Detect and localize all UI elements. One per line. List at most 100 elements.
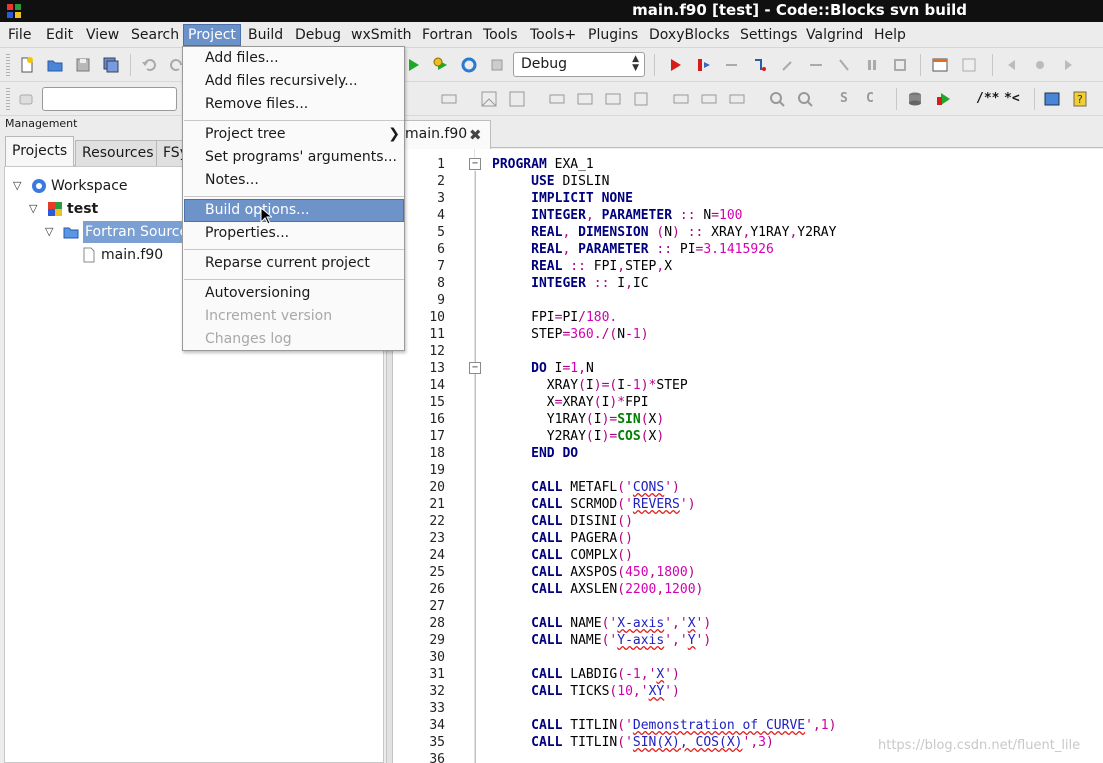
code-line[interactable]: CALL AXSPOS(450,1800) — [492, 564, 695, 581]
pause-icon[interactable] — [863, 56, 881, 74]
run-to-cursor-icon[interactable] — [695, 56, 713, 74]
comment-block-button[interactable]: /** — [976, 91, 999, 106]
code-editor[interactable]: 1 2 3 4 5 6 7 8 9 10 11 12 13 14 15 16 17 18 19 20 21 22 23 24 2… — [393, 149, 1103, 763]
menu-item-add-files[interactable]: Add files... — [184, 47, 404, 70]
menu-item-build-options[interactable]: Build options... — [184, 199, 404, 222]
zoom-out-icon[interactable] — [796, 90, 814, 108]
fold-minus-icon[interactable]: − — [469, 158, 481, 170]
layout-icon-6[interactable] — [700, 90, 718, 108]
build-run-icon[interactable] — [404, 56, 422, 74]
code-line[interactable]: CALL METAFL('CONS') — [492, 479, 680, 496]
s-format-icon[interactable]: S — [840, 91, 848, 106]
menu-item-reparse[interactable]: Reparse current project — [184, 252, 404, 275]
code-line[interactable]: CALL AXSLEN(2200,1200) — [492, 581, 703, 598]
code-line[interactable]: Y2RAY(I)=COS(X) — [492, 428, 664, 445]
fold-minus-icon[interactable]: − — [469, 362, 481, 374]
code-line[interactable]: CALL TICKS(10,'XY') — [492, 683, 680, 700]
abort-icon[interactable] — [488, 56, 506, 74]
code-line[interactable]: CALL SCRMOD('REVERS') — [492, 496, 695, 513]
menu-plugins[interactable]: Plugins — [584, 24, 642, 46]
code-line[interactable]: X=XRAY(I)*FPI — [492, 394, 649, 411]
code-line[interactable]: STEP=360./(N-1) — [492, 326, 648, 343]
step-into-icon[interactable] — [751, 56, 769, 74]
menu-fortran[interactable]: Fortran — [418, 24, 477, 46]
menu-item-notes[interactable]: Notes... — [184, 169, 404, 192]
code-line[interactable]: CALL PAGERA() — [492, 530, 633, 547]
debug-start-icon[interactable] — [666, 56, 684, 74]
menu-item-remove-files[interactable]: Remove files... — [184, 93, 404, 116]
tab-resources[interactable]: Resources — [75, 140, 161, 166]
menu-edit[interactable]: Edit — [42, 24, 77, 46]
doxygen-html-icon[interactable] — [1043, 90, 1061, 108]
database-icon[interactable] — [906, 90, 924, 108]
menu-item-set-arguments[interactable]: Set programs' arguments... — [184, 146, 404, 169]
doxygen-chm-icon[interactable]: ? — [1071, 90, 1089, 108]
layout-icon-3[interactable] — [604, 90, 622, 108]
code-line[interactable]: INTEGER, PARAMETER :: N=100 — [492, 207, 742, 224]
layout-icon-5[interactable] — [672, 90, 690, 108]
menu-item-add-files-recursively[interactable]: Add files recursively... — [184, 70, 404, 93]
code-line[interactable]: IMPLICIT NONE — [492, 190, 633, 207]
menu-wxsmith[interactable]: wxSmith — [347, 24, 416, 46]
image-frame-icon[interactable] — [480, 90, 498, 108]
code-line[interactable]: XRAY(I)=(I-1)*STEP — [492, 377, 688, 394]
expanded-arrow-icon[interactable]: ▽ — [45, 221, 59, 243]
menu-help[interactable]: Help — [870, 24, 910, 46]
debug-windows-icon[interactable] — [931, 56, 949, 74]
undo-icon[interactable] — [140, 56, 158, 74]
code-line[interactable]: PROGRAM EXA_1 — [492, 156, 594, 173]
expanded-arrow-icon[interactable]: ▽ — [13, 175, 27, 197]
step-out-icon[interactable] — [779, 56, 797, 74]
build-target-select[interactable]: Debug ▲ ▼ — [513, 52, 645, 77]
menu-build[interactable]: Build — [244, 24, 287, 46]
menu-item-autoversioning[interactable]: Autoversioning — [184, 282, 404, 305]
save-all-icon[interactable] — [102, 56, 120, 74]
build-and-run-icon[interactable] — [432, 56, 450, 74]
jump-back-icon[interactable] — [1003, 56, 1021, 74]
code-line[interactable]: END DO — [492, 445, 578, 462]
code-line[interactable]: CALL DISINI() — [492, 513, 633, 530]
toolbar-grip[interactable] — [6, 88, 10, 110]
menu-doxyblocks[interactable]: DoxyBlocks — [645, 24, 734, 46]
open-file-icon[interactable] — [46, 56, 64, 74]
menu-search[interactable]: Search — [127, 24, 183, 46]
clear-search-icon[interactable] — [17, 90, 35, 108]
menu-tools-plus[interactable]: Tools+ — [526, 24, 580, 46]
code-line[interactable]: CALL NAME('Y-axis','Y') — [492, 632, 711, 649]
stop-debug-icon[interactable] — [891, 56, 909, 74]
menu-debug[interactable]: Debug — [291, 24, 345, 46]
menu-item-project-tree[interactable]: Project tree ❯ — [184, 123, 404, 146]
editor-tab-main-f90[interactable]: main.f90 ✖ — [393, 120, 491, 149]
next-line-icon[interactable] — [723, 56, 741, 74]
code-line[interactable]: CALL COMPLX() — [492, 547, 633, 564]
jump-forward-icon[interactable] — [1059, 56, 1077, 74]
comment-line-button[interactable]: *< — [1004, 91, 1020, 106]
new-file-icon[interactable] — [18, 56, 36, 74]
code-line[interactable]: REAL :: FPI,STEP,X — [492, 258, 672, 275]
menu-valgrind[interactable]: Valgrind — [802, 24, 867, 46]
code-line[interactable]: INTEGER :: I,IC — [492, 275, 648, 292]
code-line[interactable]: DO I=1,N — [492, 360, 594, 377]
code-line[interactable]: CALL TITLIN('SIN(X), COS(X)',3) — [492, 734, 774, 751]
layout-icon-1[interactable] — [548, 90, 566, 108]
menu-settings[interactable]: Settings — [736, 24, 801, 46]
rebuild-icon[interactable] — [460, 56, 478, 74]
menu-tools[interactable]: Tools — [479, 24, 522, 46]
code-line[interactable]: Y1RAY(I)=SIN(X) — [492, 411, 664, 428]
edit-frame-icon[interactable] — [508, 90, 526, 108]
expanded-arrow-icon[interactable]: ▽ — [29, 198, 43, 220]
tab-projects[interactable]: Projects — [5, 136, 75, 167]
close-tab-icon[interactable]: ✖ — [469, 126, 482, 144]
menu-file[interactable]: File — [4, 24, 35, 46]
layout-icon-7[interactable] — [728, 90, 746, 108]
code-line[interactable]: REAL, PARAMETER :: PI=3.1415926 — [492, 241, 774, 258]
rect-shape-icon[interactable] — [440, 90, 458, 108]
save-icon[interactable] — [74, 56, 92, 74]
toolbar-grip[interactable] — [6, 54, 10, 76]
various-info-icon[interactable] — [960, 56, 978, 74]
menu-view[interactable]: View — [82, 24, 123, 46]
code-line[interactable]: FPI=PI/180. — [492, 309, 617, 326]
code-line[interactable]: REAL, DIMENSION (N) :: XRAY,Y1RAY,Y2RAY — [492, 224, 836, 241]
code-line[interactable]: CALL TITLIN('Demonstration of CURVE',1) — [492, 717, 836, 734]
code-line[interactable]: USE DISLIN — [492, 173, 609, 190]
